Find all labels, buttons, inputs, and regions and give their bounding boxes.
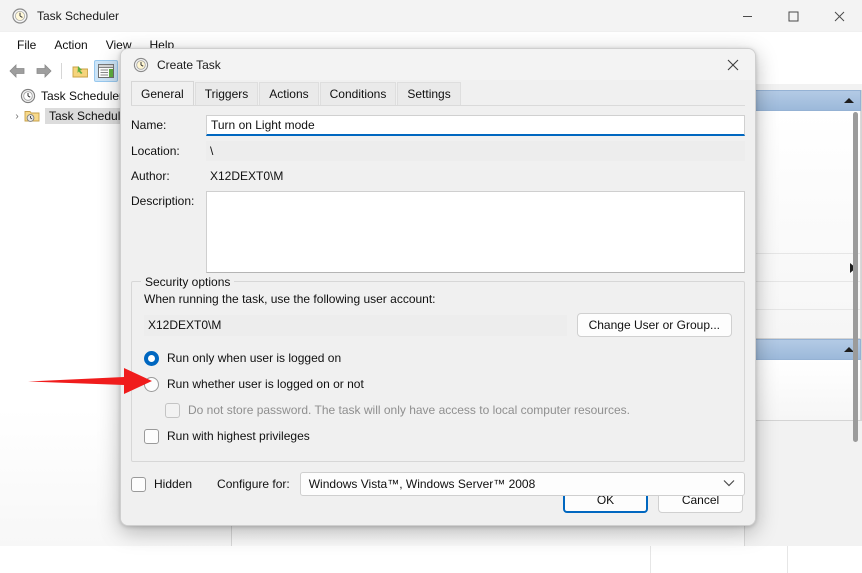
radio-run-only-logged-on-row[interactable]: Run only when user is logged on bbox=[144, 347, 732, 369]
account-row: X12DEXT0\M Change User or Group... bbox=[144, 313, 732, 337]
clock-icon bbox=[20, 88, 36, 104]
account-prompt: When running the task, use the following… bbox=[144, 292, 436, 306]
bottom-strip-segment-2 bbox=[651, 546, 787, 573]
collapse-triangle-icon[interactable] bbox=[844, 98, 854, 103]
location-label: Location: bbox=[131, 144, 180, 158]
menu-item-file[interactable]: File bbox=[8, 35, 45, 55]
author-value-wrapper: X12DEXT0\M bbox=[206, 166, 745, 186]
tab-conditions[interactable]: Conditions bbox=[319, 82, 397, 105]
actions-group-1-list bbox=[750, 111, 861, 338]
location-row: Location: \ bbox=[131, 141, 745, 161]
clock-icon bbox=[133, 57, 149, 73]
bottom-strip-segment-1 bbox=[0, 546, 650, 573]
clock-icon bbox=[12, 7, 28, 24]
description-row: Description: bbox=[131, 191, 745, 273]
dialog-title: Create Task bbox=[157, 57, 221, 72]
actions-group-2-header[interactable] bbox=[750, 339, 861, 360]
checkbox-do-not-store-password-row: Do not store password. The task will onl… bbox=[144, 399, 732, 421]
tab-triggers[interactable]: Triggers bbox=[194, 82, 259, 105]
author-value: X12DEXT0\M bbox=[210, 169, 284, 183]
checkbox-run-highest-privileges[interactable] bbox=[144, 428, 159, 444]
bottom-strip-segment-3 bbox=[788, 546, 862, 573]
minimize-icon[interactable] bbox=[724, 0, 770, 32]
checkbox-hidden[interactable] bbox=[131, 476, 146, 492]
menu-item-action[interactable]: Action bbox=[45, 35, 96, 55]
user-account-value: X12DEXT0\M bbox=[144, 314, 567, 336]
checkbox-run-highest-privileges-label: Run with highest privileges bbox=[167, 429, 310, 443]
radio-run-whether-logged-on-label: Run whether user is logged on or not bbox=[167, 377, 364, 391]
dialog-footer-options: Hidden Configure for: Windows Vista™, Wi… bbox=[131, 472, 745, 496]
window-title: Task Scheduler bbox=[37, 8, 120, 23]
show-pane-icon[interactable] bbox=[94, 60, 118, 82]
author-row: Author: X12DEXT0\M bbox=[131, 166, 745, 186]
open-folder-icon[interactable] bbox=[68, 60, 92, 82]
window-titlebar: Task Scheduler bbox=[0, 0, 862, 32]
location-value: \ bbox=[206, 141, 745, 161]
name-row: Name: Turn on Light mode bbox=[131, 115, 745, 136]
configure-for-dropdown[interactable]: Windows Vista™, Windows Server™ 2008 bbox=[299, 472, 745, 496]
actions-pane bbox=[745, 84, 862, 547]
tree-child-label: Task Schedule bbox=[45, 108, 132, 124]
description-textarea[interactable] bbox=[206, 191, 745, 273]
back-arrow-icon[interactable] bbox=[5, 60, 29, 82]
security-options-title: Security options bbox=[141, 275, 235, 289]
dialog-tabstrip: General Triggers Actions Conditions Sett… bbox=[131, 81, 745, 106]
list-item[interactable] bbox=[751, 360, 860, 420]
actions-group-1-header[interactable] bbox=[750, 90, 861, 111]
radio-run-whether-logged-on-row[interactable]: Run whether user is logged on or not bbox=[144, 373, 732, 395]
name-input[interactable]: Turn on Light mode bbox=[206, 115, 745, 136]
dialog-titlebar: Create Task bbox=[121, 49, 755, 80]
screen-root: Task Scheduler File Action View Help Tas… bbox=[0, 0, 862, 573]
actions-group-2 bbox=[749, 339, 862, 421]
chevron-right-icon[interactable]: › bbox=[10, 111, 24, 122]
checkbox-run-highest-privileges-row[interactable]: Run with highest privileges bbox=[144, 425, 732, 447]
toolbar-separator bbox=[61, 63, 62, 79]
general-tab-panel: Name: Turn on Light mode Location: \ Aut… bbox=[131, 106, 745, 496]
hidden-checkbox-row[interactable]: Hidden bbox=[131, 476, 193, 492]
actions-group-2-list bbox=[750, 360, 861, 420]
tab-settings[interactable]: Settings bbox=[397, 82, 461, 105]
checkbox-do-not-store-password-label: Do not store password. The task will onl… bbox=[188, 403, 630, 417]
location-value-wrapper: \ bbox=[206, 141, 745, 161]
close-icon[interactable] bbox=[816, 0, 862, 32]
list-item[interactable] bbox=[751, 254, 860, 282]
dialog-content: General Triggers Actions Conditions Sett… bbox=[121, 80, 755, 496]
close-icon[interactable] bbox=[711, 49, 755, 80]
actions-pane-scrollbar[interactable] bbox=[851, 112, 859, 539]
description-label: Description: bbox=[131, 194, 195, 208]
list-item[interactable] bbox=[751, 282, 860, 310]
security-options-group: Security options When running the task, … bbox=[131, 275, 745, 462]
list-item[interactable] bbox=[751, 310, 860, 338]
checkbox-do-not-store-password bbox=[165, 402, 180, 418]
bottom-strip bbox=[0, 546, 862, 573]
name-label: Name: bbox=[131, 118, 167, 132]
window-controls bbox=[724, 0, 862, 32]
configure-for-label: Configure for: bbox=[217, 477, 290, 491]
create-task-dialog: Create Task General Triggers Actions Con… bbox=[120, 48, 756, 526]
radio-run-only-logged-on-label: Run only when user is logged on bbox=[167, 351, 342, 365]
radio-run-only-logged-on[interactable] bbox=[144, 350, 159, 366]
tab-general[interactable]: General bbox=[131, 81, 194, 105]
task-folder-icon bbox=[24, 108, 40, 124]
maximize-icon[interactable] bbox=[770, 0, 816, 32]
author-label: Author: bbox=[131, 169, 170, 183]
actions-group-1 bbox=[749, 90, 862, 339]
list-item[interactable] bbox=[751, 111, 860, 216]
chevron-down-icon[interactable] bbox=[723, 478, 735, 490]
scrollbar-thumb[interactable] bbox=[853, 112, 858, 442]
name-input-wrapper: Turn on Light mode bbox=[206, 115, 745, 136]
radio-run-whether-logged-on[interactable] bbox=[144, 376, 159, 392]
hidden-label: Hidden bbox=[154, 477, 193, 491]
configure-for-value: Windows Vista™, Windows Server™ 2008 bbox=[308, 477, 536, 491]
description-wrapper bbox=[206, 191, 745, 273]
list-item[interactable] bbox=[751, 216, 860, 254]
forward-arrow-icon[interactable] bbox=[31, 60, 55, 82]
tab-actions[interactable]: Actions bbox=[259, 82, 319, 105]
change-user-or-group-button[interactable]: Change User or Group... bbox=[576, 313, 732, 337]
